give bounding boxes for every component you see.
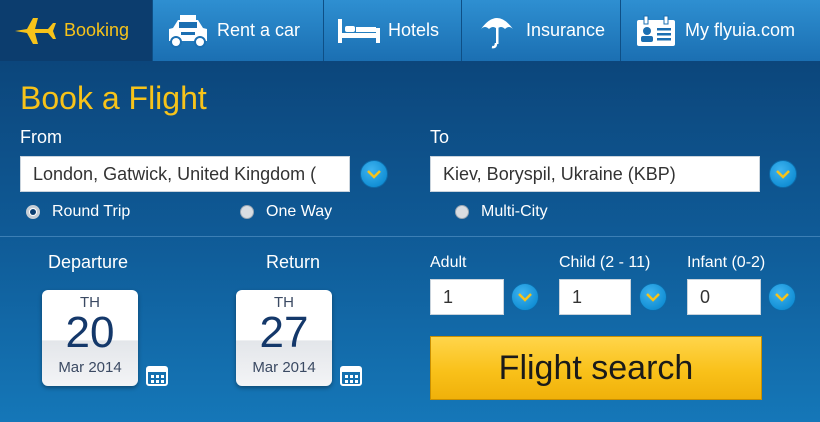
- infant-select[interactable]: 0: [687, 279, 761, 315]
- top-navigation-tabs: Booking Rent a car Hotels Insurance My f…: [0, 0, 820, 61]
- departure-calendar-icon[interactable]: [146, 364, 168, 386]
- radio-label-one-way: One Way: [266, 203, 333, 220]
- tab-booking[interactable]: Booking: [0, 0, 153, 61]
- departure-label: Departure: [48, 252, 129, 272]
- infant-dropdown-button[interactable]: [768, 283, 796, 311]
- return-month-year: Mar 2014: [252, 359, 316, 376]
- child-label: Child (2 - 11): [559, 254, 651, 271]
- tab-label-my-flyuia: My flyuia.com: [685, 20, 796, 40]
- section-divider: [0, 236, 820, 237]
- to-input[interactable]: Kiev, Boryspil, Ukraine (KBP): [430, 156, 760, 192]
- radio-label-multi-city: Multi-City: [481, 203, 548, 220]
- radio-indicator: [240, 205, 254, 219]
- tab-hotels[interactable]: Hotels: [324, 0, 462, 61]
- radio-multi-city[interactable]: Multi-City: [455, 203, 548, 221]
- chevron-down-icon: [776, 170, 790, 179]
- departure-month-year: Mar 2014: [58, 359, 122, 376]
- chevron-down-icon: [646, 293, 660, 302]
- radio-label-round-trip: Round Trip: [52, 203, 131, 220]
- return-day: 27: [259, 308, 309, 357]
- departure-date-card[interactable]: TH 20 Mar 2014: [42, 290, 138, 386]
- infant-label: Infant (0-2): [687, 254, 766, 271]
- chevron-down-icon: [775, 293, 789, 302]
- bed-icon: [336, 11, 382, 51]
- child-dropdown-button[interactable]: [639, 283, 667, 311]
- adult-label: Adult: [430, 254, 467, 271]
- tab-rent-a-car[interactable]: Rent a car: [153, 0, 324, 61]
- from-input[interactable]: London, Gatwick, United Kingdom (: [20, 156, 350, 192]
- tab-my-flyuia[interactable]: My flyuia.com: [621, 0, 820, 61]
- tab-label-booking: Booking: [64, 20, 130, 40]
- page-title: Book a Flight: [20, 80, 207, 116]
- radio-indicator-checked: [26, 205, 40, 219]
- tab-label-hotels: Hotels: [388, 20, 440, 40]
- departure-day: 20: [65, 308, 115, 357]
- to-label: To: [430, 127, 450, 147]
- return-calendar-icon[interactable]: [340, 364, 362, 386]
- adult-dropdown-button[interactable]: [511, 283, 539, 311]
- chevron-down-icon: [367, 170, 381, 179]
- id-card-icon: [633, 11, 679, 51]
- to-dropdown-button[interactable]: [769, 160, 797, 188]
- from-dropdown-button[interactable]: [360, 160, 388, 188]
- tab-insurance[interactable]: Insurance: [462, 0, 621, 61]
- return-label: Return: [266, 252, 321, 272]
- airplane-icon: [12, 11, 58, 51]
- adult-select[interactable]: 1: [430, 279, 504, 315]
- car-icon: [165, 11, 211, 51]
- tab-label-insurance: Insurance: [526, 20, 606, 40]
- chevron-down-icon: [518, 293, 532, 302]
- radio-round-trip[interactable]: Round Trip: [26, 203, 130, 221]
- radio-indicator: [455, 205, 469, 219]
- from-label: From: [20, 127, 62, 147]
- return-date-card[interactable]: TH 27 Mar 2014: [236, 290, 332, 386]
- tab-label-rent-a-car: Rent a car: [217, 20, 301, 40]
- umbrella-icon: [474, 11, 520, 51]
- flight-search-button[interactable]: Flight search: [430, 336, 762, 400]
- radio-one-way[interactable]: One Way: [240, 203, 332, 221]
- child-select[interactable]: 1: [559, 279, 631, 315]
